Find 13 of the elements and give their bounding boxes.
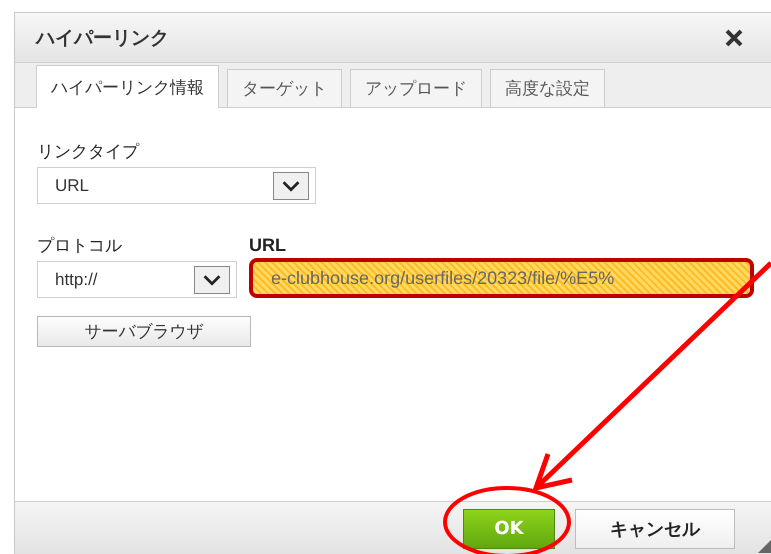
link-type-select[interactable]: URL (37, 167, 316, 204)
field-label: リンクタイプ (37, 141, 140, 163)
url-field[interactable]: e-clubhouse.org/userfiles/20323/file/%E5% (249, 258, 754, 298)
field-label: プロトコル (37, 235, 123, 257)
tab[interactable]: ハイパーリンク情報 (36, 65, 219, 108)
cancel-button[interactable]: キャンセル (575, 508, 735, 548)
protocol-select[interactable]: http:// (37, 261, 237, 298)
tab[interactable]: ターゲット (227, 69, 342, 107)
dialog-title: ハイパーリンク (36, 26, 169, 50)
tab[interactable]: 高度な設定 (490, 69, 605, 107)
field-label: URL (249, 235, 287, 256)
tab[interactable]: アップロード (350, 69, 482, 107)
server-browser-button[interactable]: サーバブラウザ (37, 316, 251, 347)
